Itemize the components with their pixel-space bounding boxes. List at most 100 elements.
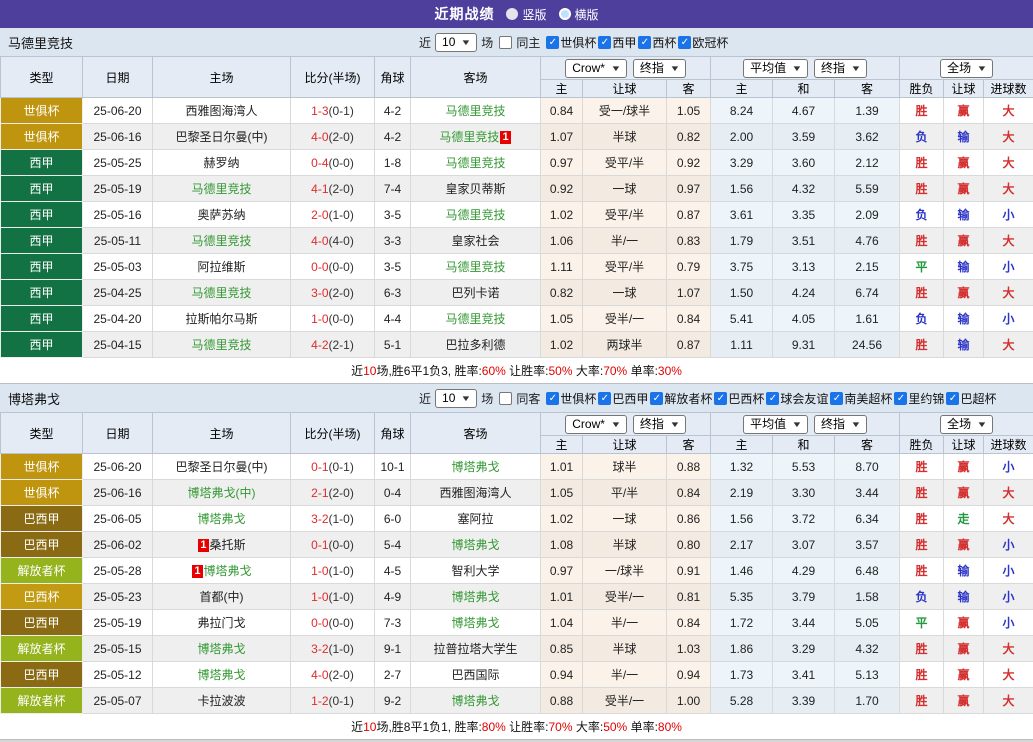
league-filter[interactable]: ✓ 世俱杯 [546,34,596,51]
column-header: 主场 [153,413,291,454]
same-side-checkbox[interactable] [499,36,512,49]
league-filter-label: 巴超杯 [960,390,996,407]
league-filter[interactable]: ✓ 巴西甲 [598,390,648,407]
league-filter[interactable]: ✓ 巴西杯 [714,390,764,407]
match-row: 西甲 25-04-15 马德里竞技 4-2(2-1) 5-1 巴拉多利德 1.0… [1,332,1033,358]
checkbox-checked-icon[interactable]: ✓ [650,392,663,405]
league-filter[interactable]: ✓ 西甲 [598,34,636,51]
league-filter[interactable]: ✓ 解放者杯 [650,390,712,407]
avg-away-odds: 5.05 [835,610,900,636]
corner-score: 4-5 [375,558,411,584]
match-date: 25-06-02 [83,532,153,558]
match-count-select[interactable]: 10▼ [435,33,477,52]
avg-home-odds: 1.72 [711,610,773,636]
checkbox-checked-icon[interactable]: ✓ [714,392,727,405]
home-team: 博塔弗戈 [153,662,291,688]
match-date: 25-04-15 [83,332,153,358]
league-filter[interactable]: ✓ 西杯 [638,34,676,51]
handicap-line: 受半/一 [583,584,667,610]
checkbox-checked-icon[interactable]: ✓ [598,36,611,49]
league-filter[interactable]: ✓ 南美超杯 [830,390,892,407]
column-header: 类型 [1,57,83,98]
corner-score: 3-5 [375,254,411,280]
dropdown-scope[interactable]: 全场▼ [940,59,993,78]
league-badge: 世俱杯 [1,124,83,150]
dropdown-avg[interactable]: 平均值▼ [743,415,808,434]
result-win-draw-loss: 负 [900,306,944,332]
away-team: 西雅图海湾人 [411,480,541,506]
result-win-draw-loss: 胜 [900,688,944,714]
result-goals: 大 [984,98,1033,124]
result-goals: 大 [984,228,1033,254]
handicap-away-odds: 0.88 [667,454,711,480]
checkbox-checked-icon[interactable]: ✓ [598,392,611,405]
checkbox-checked-icon[interactable]: ✓ [894,392,907,405]
same-side-filter[interactable]: 同主 [499,34,540,51]
odds-group-header: 全场▼ [900,57,1033,80]
match-count-select[interactable]: 10▼ [435,389,477,408]
same-side-filter[interactable]: 同客 [499,390,540,407]
handicap-line: 两球半 [583,332,667,358]
column-header: 主 [541,80,583,98]
table-body: 世俱杯 25-06-20 西雅图海湾人 1-3(0-1) 4-2 马德里竞技 0… [1,98,1033,358]
dropdown-avg_final[interactable]: 终指▼ [814,415,867,434]
dropdown-avg[interactable]: 平均值▼ [743,59,808,78]
league-filter-label: 欧冠杯 [692,34,728,51]
checkbox-checked-icon[interactable]: ✓ [946,392,959,405]
checkbox-checked-icon[interactable]: ✓ [546,392,559,405]
same-side-checkbox[interactable] [499,392,512,405]
dropdown-avg_final[interactable]: 终指▼ [814,59,867,78]
checkbox-checked-icon[interactable]: ✓ [766,392,779,405]
dropdown-scope[interactable]: 全场▼ [940,415,993,434]
result-handicap: 输 [944,254,984,280]
home-team: 巴黎圣日尔曼(中) [153,124,291,150]
league-filter-label: 巴西甲 [612,390,648,407]
avg-away-odds: 3.44 [835,480,900,506]
dropdown-book[interactable]: Crow*▼ [565,59,627,78]
checkbox-checked-icon[interactable]: ✓ [638,36,651,49]
handicap-line: 半球 [583,532,667,558]
dropdown-book_final[interactable]: 终指▼ [633,415,686,434]
avg-away-odds: 4.32 [835,636,900,662]
handicap-home-odds: 0.97 [541,150,583,176]
home-team: 弗拉门戈 [153,610,291,636]
result-win-draw-loss: 胜 [900,636,944,662]
layout-option-vertical[interactable]: 竖版 [506,6,546,23]
league-filter[interactable]: ✓ 球会友谊 [766,390,828,407]
team-label: 塞阿拉 [457,512,493,526]
score-cell: 3-2(1-0) [291,506,375,532]
league-filter[interactable]: ✓ 世俱杯 [546,390,596,407]
league-filter[interactable]: ✓ 里约锦 [894,390,944,407]
away-team: 塞阿拉 [411,506,541,532]
dropdown-book_final[interactable]: 终指▼ [633,59,686,78]
result-goals: 大 [984,124,1033,150]
dropdown-book[interactable]: Crow*▼ [565,415,627,434]
result-goals: 大 [984,332,1033,358]
home-team: 马德里竞技 [153,332,291,358]
full-time-score: 4-2 [311,338,328,352]
full-time-score: 1-0 [311,312,328,326]
chevron-down-icon: ▼ [792,417,803,432]
score-cell: 4-0(2-0) [291,124,375,150]
checkbox-checked-icon[interactable]: ✓ [546,36,559,49]
league-badge: 西甲 [1,228,83,254]
match-date: 25-05-12 [83,662,153,688]
league-filter[interactable]: ✓ 巴超杯 [946,390,996,407]
home-team: 西雅图海湾人 [153,98,291,124]
handicap-home-odds: 0.94 [541,662,583,688]
handicap-line: 受平/半 [583,150,667,176]
team-label: 皇家社会 [451,234,499,248]
team-label: 巴黎圣日尔曼(中) [176,130,268,144]
checkbox-checked-icon[interactable]: ✓ [678,36,691,49]
league-badge: 巴西甲 [1,610,83,636]
checkbox-checked-icon[interactable]: ✓ [830,392,843,405]
match-date: 25-05-11 [83,228,153,254]
filter-near-label: 近 [419,34,431,51]
result-handicap: 赢 [944,636,984,662]
summary-text: 近10场,胜8平1负1, 胜率:80% 让胜率:70% 大率:50% 单率:80… [351,718,682,735]
home-team: 马德里竞技 [153,176,291,202]
league-filter[interactable]: ✓ 欧冠杯 [678,34,728,51]
handicap-line: 半/一 [583,662,667,688]
layout-option-horizontal[interactable]: 横版 [559,6,599,23]
league-badge: 解放者杯 [1,636,83,662]
